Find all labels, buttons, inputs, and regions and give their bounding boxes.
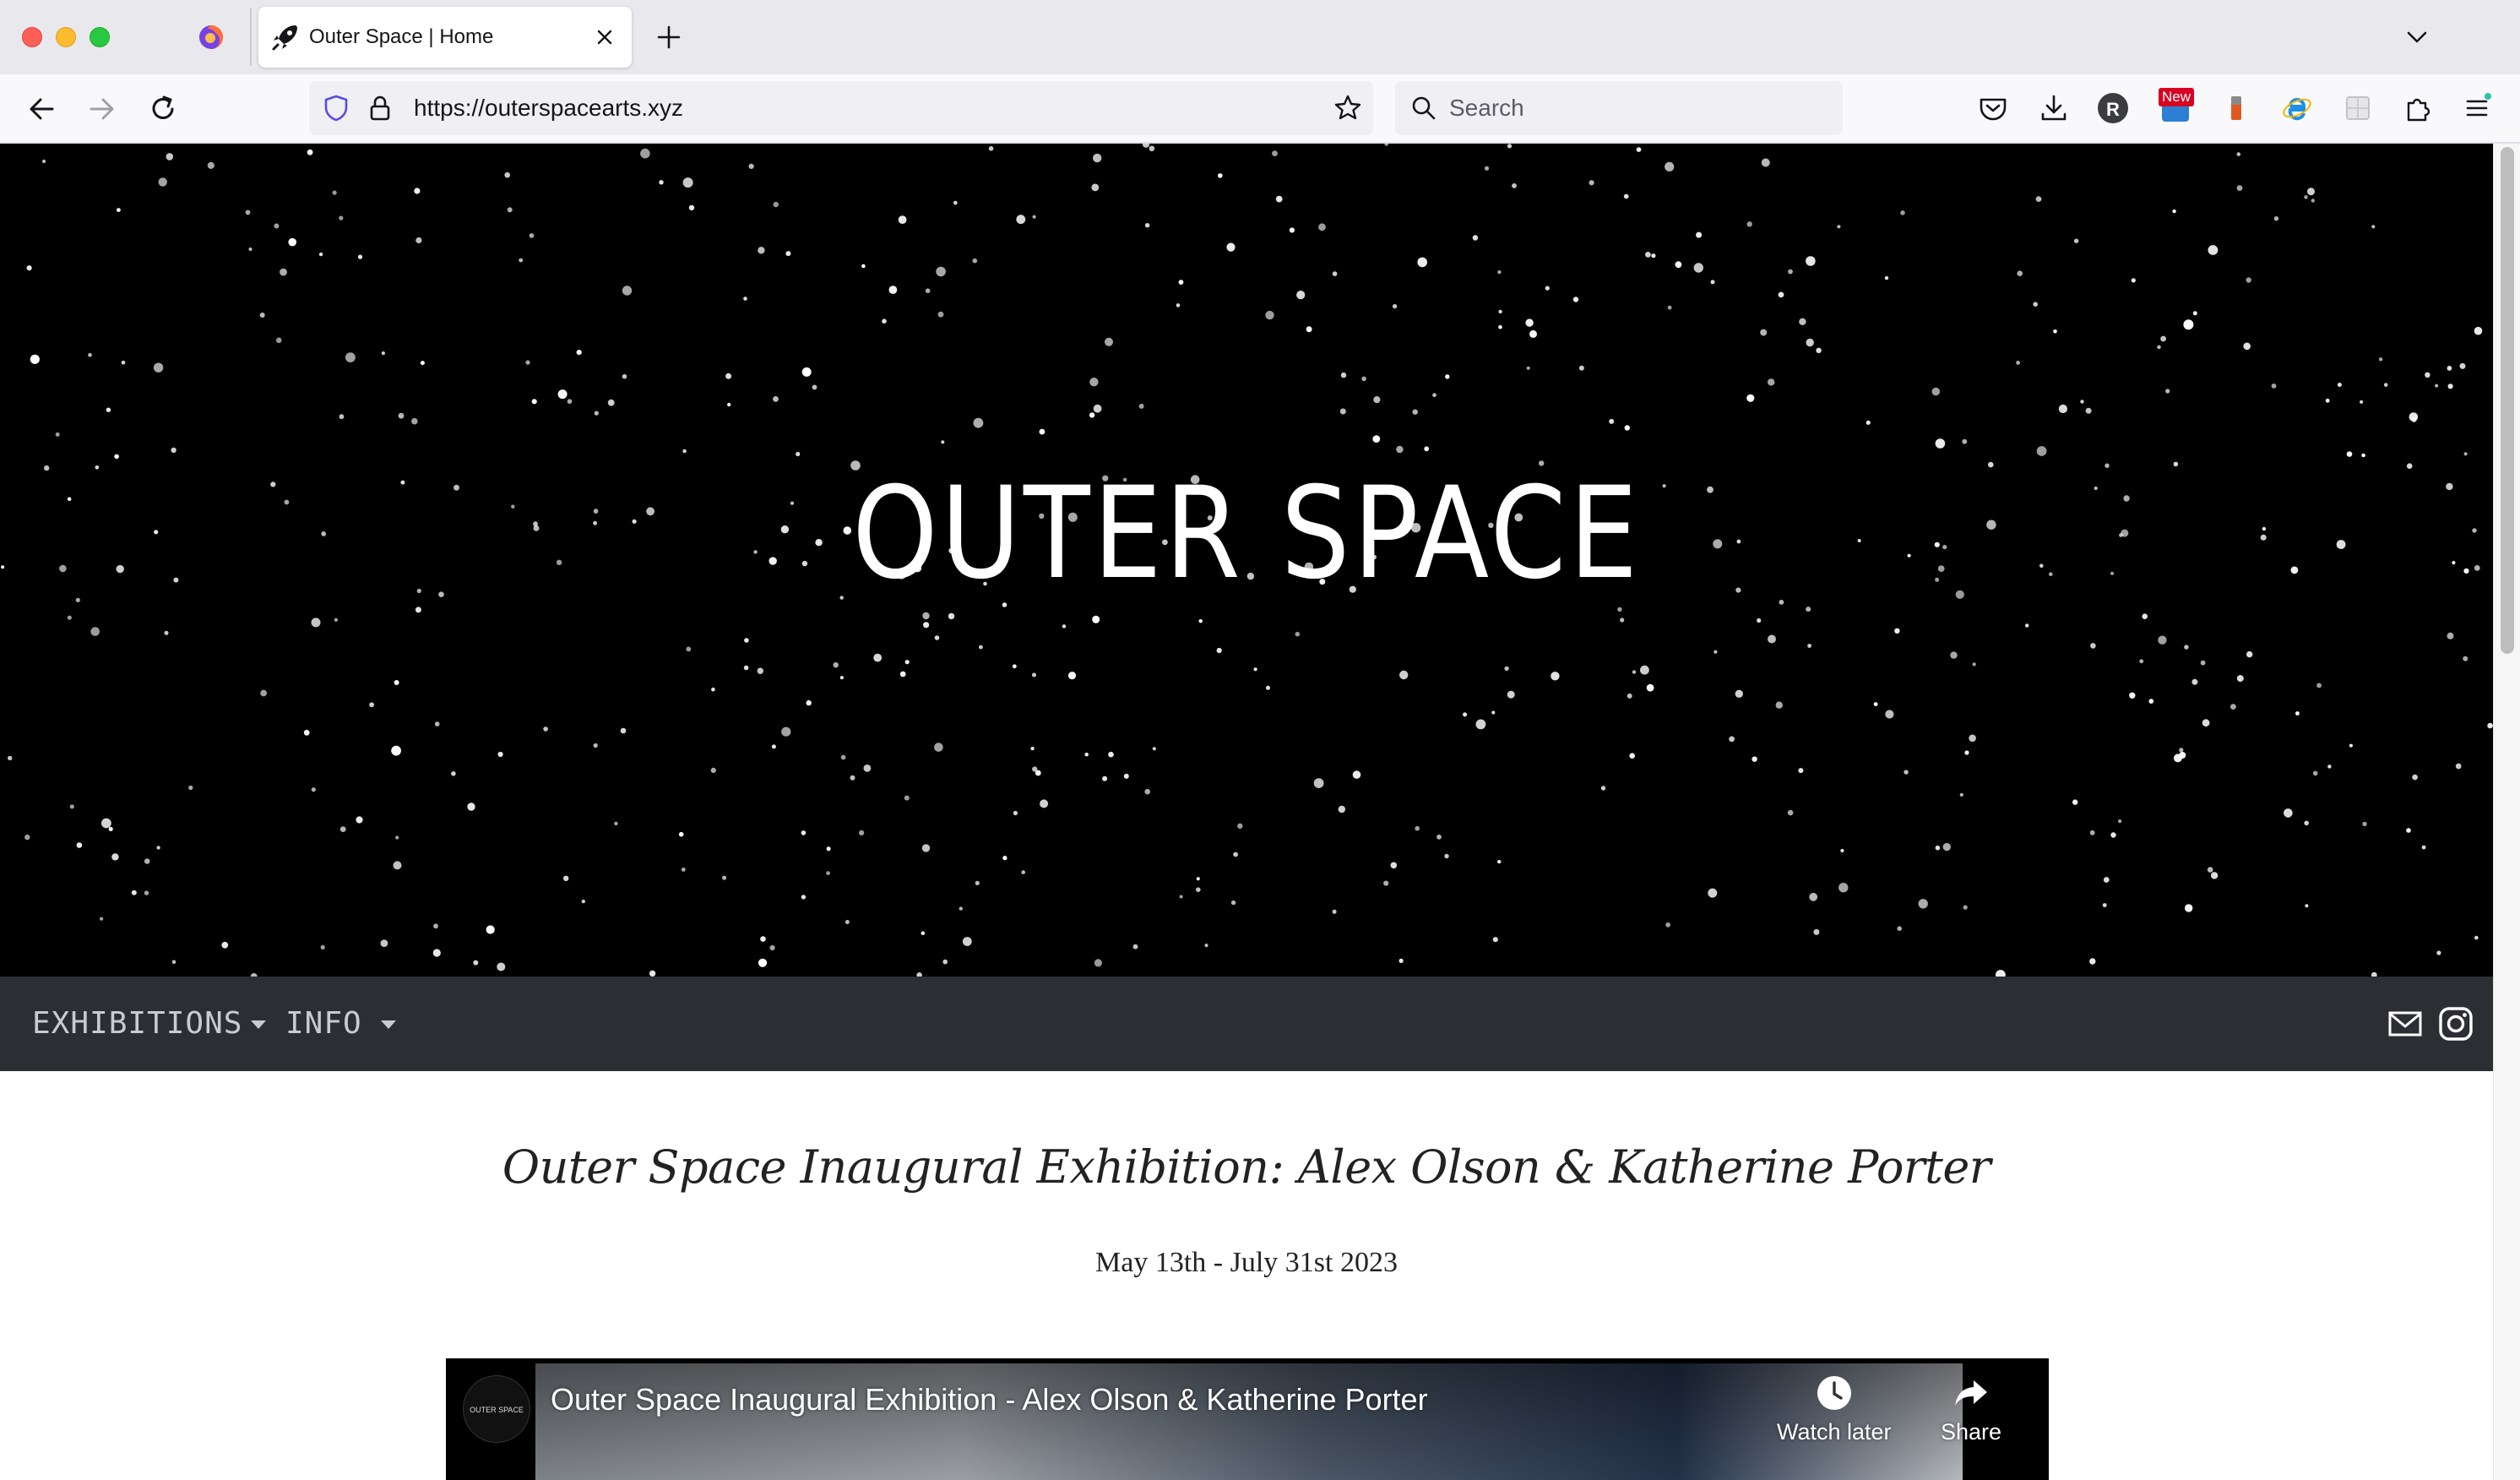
chevron-down-icon[interactable] — [2402, 22, 2432, 52]
new-tab-plus-icon[interactable] — [652, 20, 686, 54]
browser-tab-bar: Outer Space | Home — [0, 0, 2520, 74]
download-icon[interactable] — [2037, 91, 2071, 125]
zoom-window-button[interactable] — [90, 27, 110, 47]
close-window-button[interactable] — [22, 27, 42, 47]
url-text[interactable]: https://outerspacearts.xyz — [414, 81, 683, 135]
back-arrow-icon[interactable] — [22, 90, 61, 128]
search-placeholder: Search — [1449, 95, 1524, 121]
nav-exhibitions-dropdown[interactable]: EXHIBITIONS — [32, 977, 267, 1071]
grid-extension-icon[interactable] — [2341, 91, 2375, 125]
channel-avatar[interactable]: OUTER SPACE — [463, 1375, 530, 1443]
new-badge-extension-icon[interactable]: New — [2159, 88, 2195, 125]
caret-down-icon — [251, 1020, 267, 1029]
menu-icon[interactable] — [2463, 91, 2493, 125]
search-bar[interactable]: Search — [1395, 81, 1843, 135]
search-icon — [1412, 96, 1436, 120]
battery-extension-icon[interactable] — [2219, 91, 2253, 125]
page-scrollbar[interactable] — [2493, 144, 2520, 1480]
tab-title: Outer Space | Home — [309, 25, 494, 48]
scrollbar-thumb[interactable] — [2501, 147, 2514, 654]
clock-icon — [1817, 1376, 1851, 1410]
video-title[interactable]: Outer Space Inaugural Exhibition - Alex … — [551, 1382, 1428, 1417]
watch-later-button[interactable]: Watch later — [1777, 1374, 1892, 1445]
rocket-icon — [272, 25, 297, 51]
exhibition-dates: May 13th - July 31st 2023 — [1095, 1247, 1398, 1278]
tab-separator — [250, 8, 252, 66]
profile-letter: R — [2106, 99, 2120, 120]
site-navigation: EXHIBITIONS INFO — [0, 977, 2493, 1071]
pocket-icon[interactable] — [1976, 91, 2010, 125]
close-tab-icon[interactable] — [591, 24, 618, 51]
forward-arrow-icon[interactable] — [83, 90, 122, 128]
shield-icon[interactable] — [321, 93, 351, 123]
firefox-icon[interactable] — [198, 24, 225, 51]
mail-icon[interactable] — [2387, 1005, 2424, 1042]
minimize-window-button[interactable] — [56, 27, 76, 47]
nav-exhibitions-label: EXHIBITIONS — [32, 1006, 243, 1041]
profile-r-icon[interactable]: R — [2098, 93, 2128, 123]
tab-outer-space-home[interactable]: Outer Space | Home — [258, 7, 632, 68]
new-badge: New — [2159, 88, 2195, 106]
browser-toolbar: https://outerspacearts.xyz Search R New — [0, 74, 2520, 144]
exhibition-title: Outer Space Inaugural Exhibition: Alex O… — [502, 1140, 1991, 1194]
share-arrow-icon — [1955, 1380, 1988, 1406]
caret-down-icon — [380, 1020, 396, 1029]
hero-banner: OUTER SPACE — [0, 144, 2493, 977]
extensions-puzzle-icon[interactable] — [2402, 91, 2436, 125]
url-bar[interactable]: https://outerspacearts.xyz — [309, 81, 1373, 135]
watch-later-label: Watch later — [1777, 1419, 1892, 1445]
share-button[interactable]: Share — [1941, 1374, 2001, 1445]
nav-info-dropdown[interactable]: INFO — [285, 977, 396, 1071]
nav-info-label: INFO — [285, 1006, 362, 1041]
lock-icon[interactable] — [365, 93, 395, 123]
instagram-icon[interactable] — [2437, 1005, 2474, 1042]
site-logo-title[interactable]: OUTER SPACE — [175, 471, 2319, 597]
video-embed[interactable]: OUTER SPACE Outer Space Inaugural Exhibi… — [446, 1358, 2049, 1480]
reload-icon[interactable] — [144, 90, 182, 128]
share-label: Share — [1941, 1419, 2002, 1445]
page-viewport: OUTER SPACE EXHIBITIONS INFO Outer Space… — [0, 144, 2493, 1480]
bookmark-star-icon[interactable] — [1333, 93, 1363, 123]
ie-extension-icon[interactable] — [2280, 91, 2314, 125]
